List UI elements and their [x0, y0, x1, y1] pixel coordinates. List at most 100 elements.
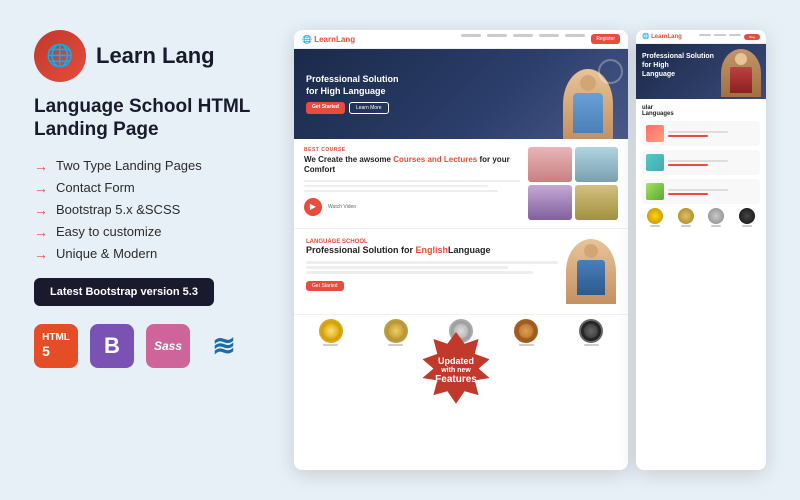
desc-lines — [304, 180, 520, 192]
hero-btn-2: Learn More — [349, 102, 389, 114]
badge-line1: Updated — [435, 357, 477, 367]
sec-award-4 — [739, 208, 755, 227]
sec-line — [668, 131, 728, 133]
sec-medal-stand — [650, 225, 660, 227]
medal-icon-5 — [579, 319, 603, 343]
sec-card-1 — [642, 121, 760, 146]
secondary-preview: 🌐 LearnLang Reg Professional Solutionfor… — [636, 30, 766, 470]
bootstrap-icon: B — [90, 324, 134, 368]
sec-navbar: 🌐 LearnLang Reg — [636, 30, 766, 44]
section-tag: BEST COURSE — [304, 147, 520, 153]
preview-cta-btn: Register — [591, 34, 620, 44]
medal-icon-1 — [319, 319, 343, 343]
sec-reg-btn: Reg — [744, 34, 760, 40]
main-preview: 🌐 LearnLang Register Professional Soluti… — [294, 30, 628, 470]
sec-card-lines-2 — [668, 160, 728, 166]
sec-img-3 — [646, 183, 664, 200]
pro-cta-btn: Get Started — [306, 281, 344, 291]
preview-hero: Professional Solutionfor High Language G… — [294, 49, 628, 139]
decorative-circle — [598, 59, 623, 84]
sec-img-1 — [646, 125, 664, 142]
student-img-1 — [528, 147, 572, 182]
right-panel: 🌐 LearnLang Register Professional Soluti… — [294, 30, 766, 470]
award-5 — [579, 319, 603, 346]
courses-section: BEST COURSE We Create the awsome Courses… — [294, 139, 628, 228]
popular-section: ularLanguages — [636, 99, 766, 233]
sec-logo: 🌐 LearnLang — [642, 33, 682, 40]
list-item: → Unique & Modern — [34, 246, 274, 262]
badge-line2: with new — [435, 367, 477, 375]
section-heading: We Create the awsome Courses and Lecture… — [304, 155, 520, 176]
sec-award-2 — [678, 208, 694, 227]
preview-logo: 🌐 LearnLang — [302, 35, 355, 44]
courses-text: BEST COURSE We Create the awsome Courses… — [304, 147, 520, 220]
sass-icon: Sass — [146, 324, 190, 368]
feature-label: Contact Form — [56, 180, 135, 195]
arrow-icon: → — [34, 202, 48, 218]
pro-text: LANGUAGE SCHOOL Professional Solution fo… — [306, 239, 558, 304]
arrow-icon: → — [34, 224, 48, 240]
tech-icons-row: HTML5 B Sass ≋ — [34, 324, 274, 368]
sec-medal-1 — [647, 208, 663, 224]
sec-nav-dots: Reg — [699, 34, 760, 40]
jquery-icon: ≋ — [202, 324, 246, 368]
brand-name: Learn Lang — [96, 43, 215, 69]
student-grid — [528, 147, 618, 220]
sec-awards — [642, 208, 760, 227]
sec-medal-stand — [742, 225, 752, 227]
sec-medal-stand — [681, 225, 691, 227]
feature-label: Easy to customize — [56, 224, 162, 239]
sec-card-3 — [642, 179, 760, 204]
sec-img-2 — [646, 154, 664, 171]
sec-line — [668, 160, 728, 162]
feature-list: → Two Type Landing Pages → Contact Form … — [34, 158, 274, 262]
preview-navbar: 🌐 LearnLang Register — [294, 30, 628, 49]
logo-row: 🌐 Learn Lang — [34, 30, 274, 82]
award-1 — [319, 319, 343, 346]
product-title: Language School HTML Landing Page — [34, 96, 274, 142]
feature-label: Bootstrap 5.x &SCSS — [56, 202, 180, 217]
hero-btn: Get Started — [306, 102, 345, 114]
list-item: → Two Type Landing Pages — [34, 158, 274, 174]
list-item: → Bootstrap 5.x &SCSS — [34, 202, 274, 218]
sec-line-accent — [668, 164, 708, 166]
badge-text: Updated with new Features — [431, 355, 481, 388]
bootstrap-badge-button[interactable]: Latest Bootstrap version 5.3 — [34, 278, 214, 306]
sec-line — [668, 189, 728, 191]
sec-medal-4 — [739, 208, 755, 224]
medal-icon-4 — [514, 319, 538, 343]
arrow-icon: → — [34, 180, 48, 196]
pro-person-image — [566, 239, 616, 304]
list-item: → Contact Form — [34, 180, 274, 196]
left-panel: 🌐 Learn Lang Language School HTML Landin… — [34, 30, 274, 470]
preview-nav-links: Register — [461, 34, 620, 44]
sec-card-lines-1 — [668, 131, 728, 137]
sec-card-2 — [642, 150, 760, 175]
sec-line-accent — [668, 193, 708, 195]
pro-desc — [306, 261, 558, 274]
sec-medal-3 — [708, 208, 724, 224]
sec-line-accent — [668, 135, 708, 137]
sec-medal-stand — [711, 225, 721, 227]
html5-icon: HTML5 — [34, 324, 78, 368]
list-item: → Easy to customize — [34, 224, 274, 240]
student-img-3 — [528, 185, 572, 220]
play-button: ▶ — [304, 198, 322, 216]
pro-heading: Professional Solution for EnglishLanguag… — [306, 245, 558, 257]
feature-label: Two Type Landing Pages — [56, 158, 202, 173]
sec-award-1 — [647, 208, 663, 227]
hero-heading: Professional Solutionfor High Language — [306, 74, 399, 97]
pro-solution-section: LANGUAGE SCHOOL Professional Solution fo… — [294, 228, 628, 314]
hero-text: Professional Solutionfor High Language G… — [306, 74, 399, 114]
badge-line3: Features — [435, 374, 477, 385]
award-2 — [384, 319, 408, 346]
brand-icon: 🌐 — [34, 30, 86, 82]
student-img-2 — [575, 147, 619, 182]
arrow-icon: → — [34, 246, 48, 262]
medal-icon-2 — [384, 319, 408, 343]
action-row: ▶ Watch Video — [304, 198, 520, 216]
sec-hero-person — [721, 49, 761, 97]
sec-card-lines-3 — [668, 189, 728, 195]
sec-medal-2 — [678, 208, 694, 224]
feature-label: Unique & Modern — [56, 246, 157, 261]
